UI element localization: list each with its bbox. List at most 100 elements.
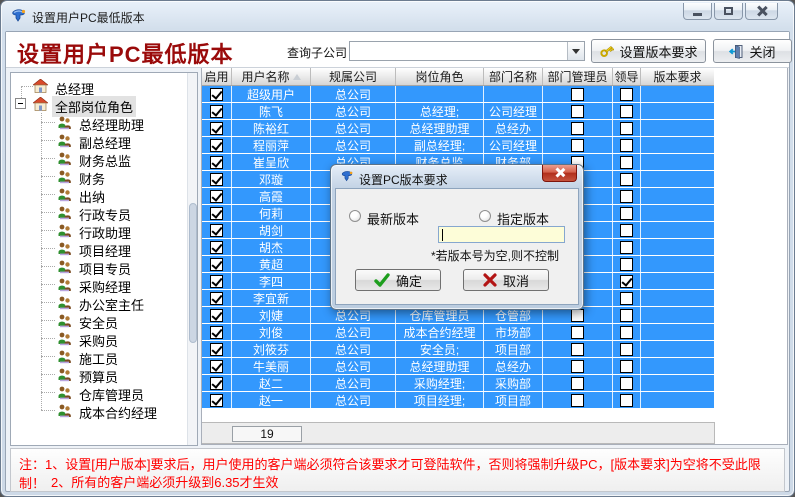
sort-ascending-icon: [293, 70, 301, 80]
enabled-checkbox[interactable]: [210, 156, 223, 169]
column-header[interactable]: 领导: [613, 68, 641, 85]
leader-checkbox[interactable]: [620, 394, 633, 407]
leader-checkbox[interactable]: [620, 122, 633, 135]
close-icon: [757, 6, 767, 16]
enabled-checkbox[interactable]: [210, 258, 223, 271]
dept-admin-checkbox[interactable]: [571, 394, 584, 407]
leader-checkbox[interactable]: [620, 326, 633, 339]
table-cell: 黄超: [232, 256, 311, 272]
enabled-checkbox[interactable]: [210, 326, 223, 339]
enabled-checkbox[interactable]: [210, 241, 223, 254]
house-icon: [33, 97, 48, 111]
close-window-button[interactable]: [745, 3, 778, 20]
dept-admin-checkbox[interactable]: [571, 139, 584, 152]
checkbox-cell: [202, 324, 232, 340]
dept-admin-checkbox[interactable]: [571, 105, 584, 118]
table-cell: 胡杰: [232, 239, 311, 255]
tree-connector: [41, 302, 55, 303]
leader-checkbox[interactable]: [620, 190, 633, 203]
column-header[interactable]: 部门名称: [484, 68, 543, 85]
dept-admin-checkbox[interactable]: [571, 377, 584, 390]
leader-checkbox[interactable]: [620, 88, 633, 101]
dialog-title: 设置PC版本要求: [359, 171, 448, 188]
dept-admin-checkbox[interactable]: [571, 360, 584, 373]
enabled-checkbox[interactable]: [210, 377, 223, 390]
table-cell: 刘婕: [232, 307, 311, 323]
enabled-checkbox[interactable]: [210, 122, 223, 135]
column-header-label: 岗位角色: [415, 68, 463, 85]
column-header[interactable]: 用户名称: [232, 68, 311, 85]
close-button-label: 关闭: [749, 42, 775, 61]
leader-checkbox[interactable]: [620, 309, 633, 322]
enabled-checkbox[interactable]: [210, 190, 223, 203]
table-cell: 安全员;: [396, 341, 484, 357]
leader-checkbox[interactable]: [620, 292, 633, 305]
table-cell: [641, 290, 714, 306]
enabled-checkbox[interactable]: [210, 292, 223, 305]
leader-checkbox[interactable]: [620, 207, 633, 220]
combobox-dropdown-button[interactable]: [567, 42, 584, 60]
leader-checkbox[interactable]: [620, 360, 633, 373]
leader-checkbox[interactable]: [620, 241, 633, 254]
table-row[interactable]: 程丽萍总公司副总经理;公司经理: [202, 137, 714, 154]
cancel-button[interactable]: 取消: [463, 269, 549, 291]
enabled-checkbox[interactable]: [210, 173, 223, 186]
leader-checkbox[interactable]: [620, 275, 633, 288]
leader-checkbox[interactable]: [620, 173, 633, 186]
tree-item-label: 成本合约经理: [76, 402, 160, 423]
checkbox-cell: [202, 273, 232, 289]
column-header[interactable]: 版本要求: [641, 68, 714, 85]
enabled-checkbox[interactable]: [210, 88, 223, 101]
table-row[interactable]: 刘筱芬总公司安全员;项目部: [202, 341, 714, 358]
leader-checkbox[interactable]: [620, 105, 633, 118]
ok-button[interactable]: 确定: [355, 269, 441, 291]
collapse-expander-icon[interactable]: [15, 98, 26, 109]
table-row[interactable]: 陈裕红总公司总经理助理总经办: [202, 120, 714, 137]
dept-admin-checkbox[interactable]: [571, 343, 584, 356]
column-header[interactable]: 岗位角色: [396, 68, 484, 85]
column-header[interactable]: 启用: [202, 68, 232, 85]
subsidiary-combobox[interactable]: [349, 41, 585, 61]
tree-scrollbar-thumb[interactable]: [189, 203, 197, 343]
enabled-checkbox[interactable]: [210, 105, 223, 118]
version-number-input[interactable]: [438, 226, 565, 243]
table-row[interactable]: 牛美丽总公司总经理助理总经办: [202, 358, 714, 375]
enabled-checkbox[interactable]: [210, 394, 223, 407]
enabled-checkbox[interactable]: [210, 275, 223, 288]
column-header[interactable]: 部门管理员: [543, 68, 613, 85]
leader-checkbox[interactable]: [620, 377, 633, 390]
checkbox-cell: [613, 120, 641, 136]
enabled-checkbox[interactable]: [210, 224, 223, 237]
table-row[interactable]: 刘俊总公司成本合约经理市场部: [202, 324, 714, 341]
leader-checkbox[interactable]: [620, 258, 633, 271]
table-row[interactable]: 赵二总公司采购经理;采购部: [202, 375, 714, 392]
maximize-icon: [724, 7, 733, 15]
table-row[interactable]: 陈飞总公司总经理;公司经理: [202, 103, 714, 120]
latest-version-radio[interactable]: [349, 210, 361, 222]
dept-admin-checkbox[interactable]: [571, 309, 584, 322]
column-header[interactable]: 规属公司: [311, 68, 396, 85]
table-cell: 李四: [232, 273, 311, 289]
tree-scrollbar[interactable]: [187, 73, 197, 445]
leader-checkbox[interactable]: [620, 156, 633, 169]
dept-admin-checkbox[interactable]: [571, 326, 584, 339]
enabled-checkbox[interactable]: [210, 139, 223, 152]
enabled-checkbox[interactable]: [210, 343, 223, 356]
maximize-button[interactable]: [714, 3, 743, 20]
enabled-checkbox[interactable]: [210, 309, 223, 322]
table-row[interactable]: 赵一总公司项目经理;项目部: [202, 392, 714, 409]
set-version-requirement-button[interactable]: 设置版本要求: [591, 39, 706, 63]
table-row[interactable]: 超级用户总公司: [202, 86, 714, 103]
enabled-checkbox[interactable]: [210, 360, 223, 373]
dept-admin-checkbox[interactable]: [571, 88, 584, 101]
person-icon: [57, 115, 72, 130]
leader-checkbox[interactable]: [620, 224, 633, 237]
leader-checkbox[interactable]: [620, 343, 633, 356]
minimize-button[interactable]: [683, 3, 712, 20]
dialog-close-button[interactable]: [542, 165, 577, 182]
specified-version-radio[interactable]: [479, 210, 491, 222]
enabled-checkbox[interactable]: [210, 207, 223, 220]
leader-checkbox[interactable]: [620, 139, 633, 152]
close-button[interactable]: 关闭: [713, 39, 792, 63]
dept-admin-checkbox[interactable]: [571, 122, 584, 135]
